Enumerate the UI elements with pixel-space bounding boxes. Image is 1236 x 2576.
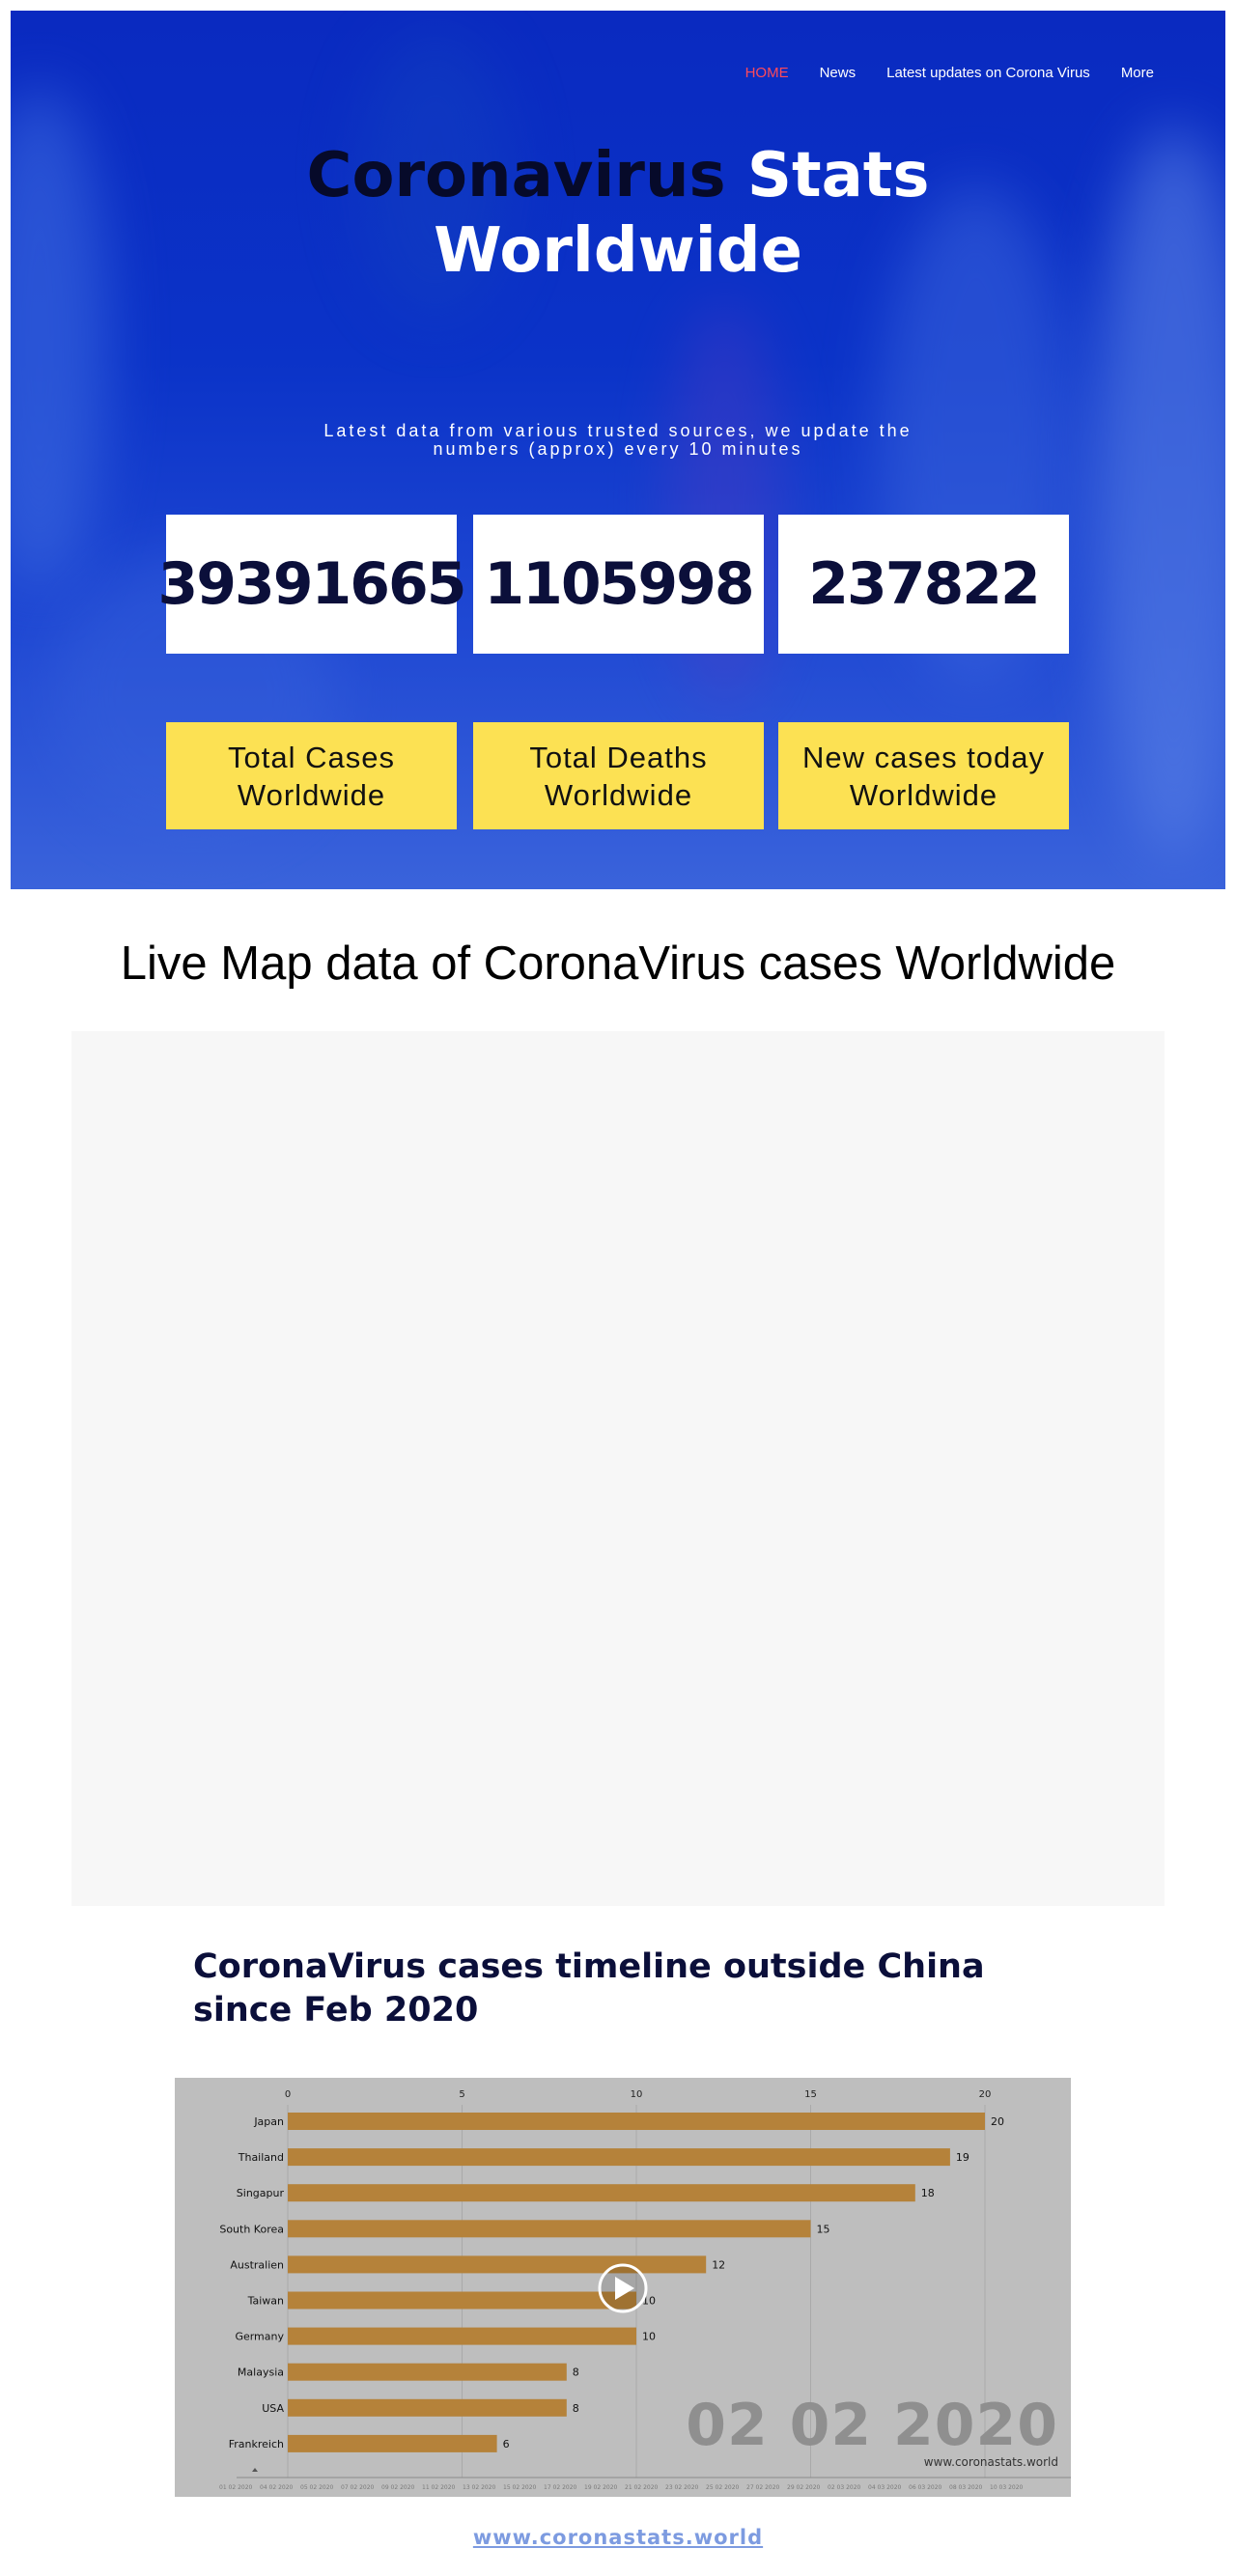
bar-thailand [288, 2148, 950, 2167]
total-deaths-label-line1: Total Deaths [529, 740, 708, 774]
footer-website-link[interactable]: www.coronastats.world [0, 2526, 1236, 2549]
hero-section: HOME News Latest updates on Corona Virus… [11, 11, 1225, 889]
svg-text:27 02 2020: 27 02 2020 [746, 2484, 780, 2491]
hero-title: Coronavirus Stats Worldwide [11, 138, 1225, 289]
bar-australien [288, 2255, 707, 2274]
svg-text:23 02 2020: 23 02 2020 [665, 2484, 699, 2491]
svg-text:13 02 2020: 13 02 2020 [463, 2484, 496, 2491]
nav-home-link[interactable]: HOME [745, 65, 789, 81]
new-cases-value: 237822 [778, 515, 1069, 654]
map-section-title: Live Map data of CoronaVirus cases World… [120, 938, 1116, 990]
total-cases-label[interactable]: Total Cases Worldwide [166, 722, 457, 829]
x-tick-label: 10 [631, 2089, 643, 2100]
value-label: 10 [642, 2331, 656, 2343]
x-tick-label: 15 [804, 2089, 817, 2100]
category-label: South Korea [219, 2223, 284, 2235]
svg-text:04 03 2020: 04 03 2020 [868, 2484, 902, 2491]
value-label: 6 [503, 2438, 510, 2450]
svg-text:21 02 2020: 21 02 2020 [625, 2484, 659, 2491]
value-label: 15 [817, 2223, 830, 2235]
svg-text:07 02 2020: 07 02 2020 [341, 2484, 375, 2491]
svg-text:01 02 2020: 01 02 2020 [219, 2484, 253, 2491]
bar-singapur [288, 2184, 915, 2202]
live-map-embed[interactable] [71, 1031, 1165, 1906]
bar-usa [288, 2398, 567, 2417]
bar-malaysia [288, 2363, 567, 2381]
value-label: 20 [991, 2115, 1004, 2128]
x-tick-label: 5 [459, 2089, 464, 2100]
total-deaths-label[interactable]: Total Deaths Worldwide [473, 722, 764, 829]
value-label: 18 [921, 2187, 935, 2199]
total-deaths-label-line2: Worldwide [544, 777, 693, 812]
svg-text:29 02 2020: 29 02 2020 [787, 2484, 821, 2491]
video-date-overlay: 02 02 2020 [686, 2392, 1058, 2459]
category-label: Japan [253, 2115, 284, 2128]
total-deaths-value: 1105998 [473, 515, 764, 654]
total-cases-label-line1: Total Cases [228, 740, 395, 774]
main-nav: HOME News Latest updates on Corona Virus… [745, 65, 1154, 81]
new-cases-label[interactable]: New cases today Worldwide [778, 722, 1069, 829]
svg-text:05 02 2020: 05 02 2020 [300, 2484, 334, 2491]
svg-text:10 03 2020: 10 03 2020 [990, 2484, 1024, 2491]
x-tick-label: 20 [979, 2089, 992, 2100]
svg-text:09 02 2020: 09 02 2020 [381, 2484, 415, 2491]
nav-latest-updates-link[interactable]: Latest updates on Corona Virus [886, 65, 1090, 81]
svg-text:19 02 2020: 19 02 2020 [584, 2484, 618, 2491]
value-label: 19 [956, 2151, 969, 2164]
category-label: Singapur [237, 2187, 285, 2199]
value-label: 8 [573, 2402, 579, 2415]
svg-text:08 03 2020: 08 03 2020 [949, 2484, 983, 2491]
svg-text:02 03 2020: 02 03 2020 [828, 2484, 861, 2491]
timeline-bar-chart: 0 5 10 15 20 Japan 20 Thailand 19 Singapur 18 South… [219, 2089, 1071, 2491]
nav-news-link[interactable]: News [820, 65, 857, 81]
bar-taiwan [288, 2291, 636, 2310]
hero-title-dark: Coronavirus [306, 140, 726, 211]
category-label: Frankreich [229, 2438, 284, 2450]
hero-subtitle: Latest data from various trusted sources… [323, 421, 913, 459]
bar-south-korea [288, 2220, 811, 2238]
svg-text:15 02 2020: 15 02 2020 [503, 2484, 537, 2491]
svg-text:06 03 2020: 06 03 2020 [909, 2484, 942, 2491]
value-label: 12 [712, 2258, 725, 2271]
category-label: Thailand [238, 2151, 284, 2164]
timeline-title: CoronaVirus cases timeline outside China… [193, 1947, 985, 2030]
svg-text:17 02 2020: 17 02 2020 [544, 2484, 577, 2491]
bar-japan [288, 2113, 985, 2130]
category-label: Malaysia [238, 2366, 284, 2379]
category-label: Germany [235, 2331, 284, 2343]
new-cases-label-line2: Worldwide [849, 777, 998, 812]
category-label: USA [262, 2402, 284, 2415]
x-tick-label: 0 [285, 2089, 291, 2100]
play-icon[interactable] [598, 2263, 648, 2313]
nav-more-link[interactable]: More [1121, 65, 1154, 81]
bar-frankreich [288, 2434, 497, 2452]
svg-text:11 02 2020: 11 02 2020 [422, 2484, 456, 2491]
svg-text:25 02 2020: 25 02 2020 [706, 2484, 740, 2491]
bar-germany [288, 2327, 636, 2345]
total-cases-label-line2: Worldwide [237, 777, 386, 812]
new-cases-label-line1: New cases today [801, 740, 1046, 774]
svg-text:04 02 2020: 04 02 2020 [260, 2484, 294, 2491]
total-cases-value: 39391665 [158, 515, 467, 654]
video-watermark: www.coronastats.world [924, 2455, 1058, 2469]
category-label: Taiwan [247, 2295, 284, 2308]
hero-title-light-1: Stats [746, 140, 930, 211]
value-label: 8 [573, 2366, 579, 2379]
hero-title-light-2: Worldwide [434, 215, 802, 287]
category-label: Australien [230, 2258, 284, 2271]
timeline-video[interactable]: 0 5 10 15 20 Japan 20 Thailand 19 Singapur 18 South… [175, 2078, 1071, 2497]
